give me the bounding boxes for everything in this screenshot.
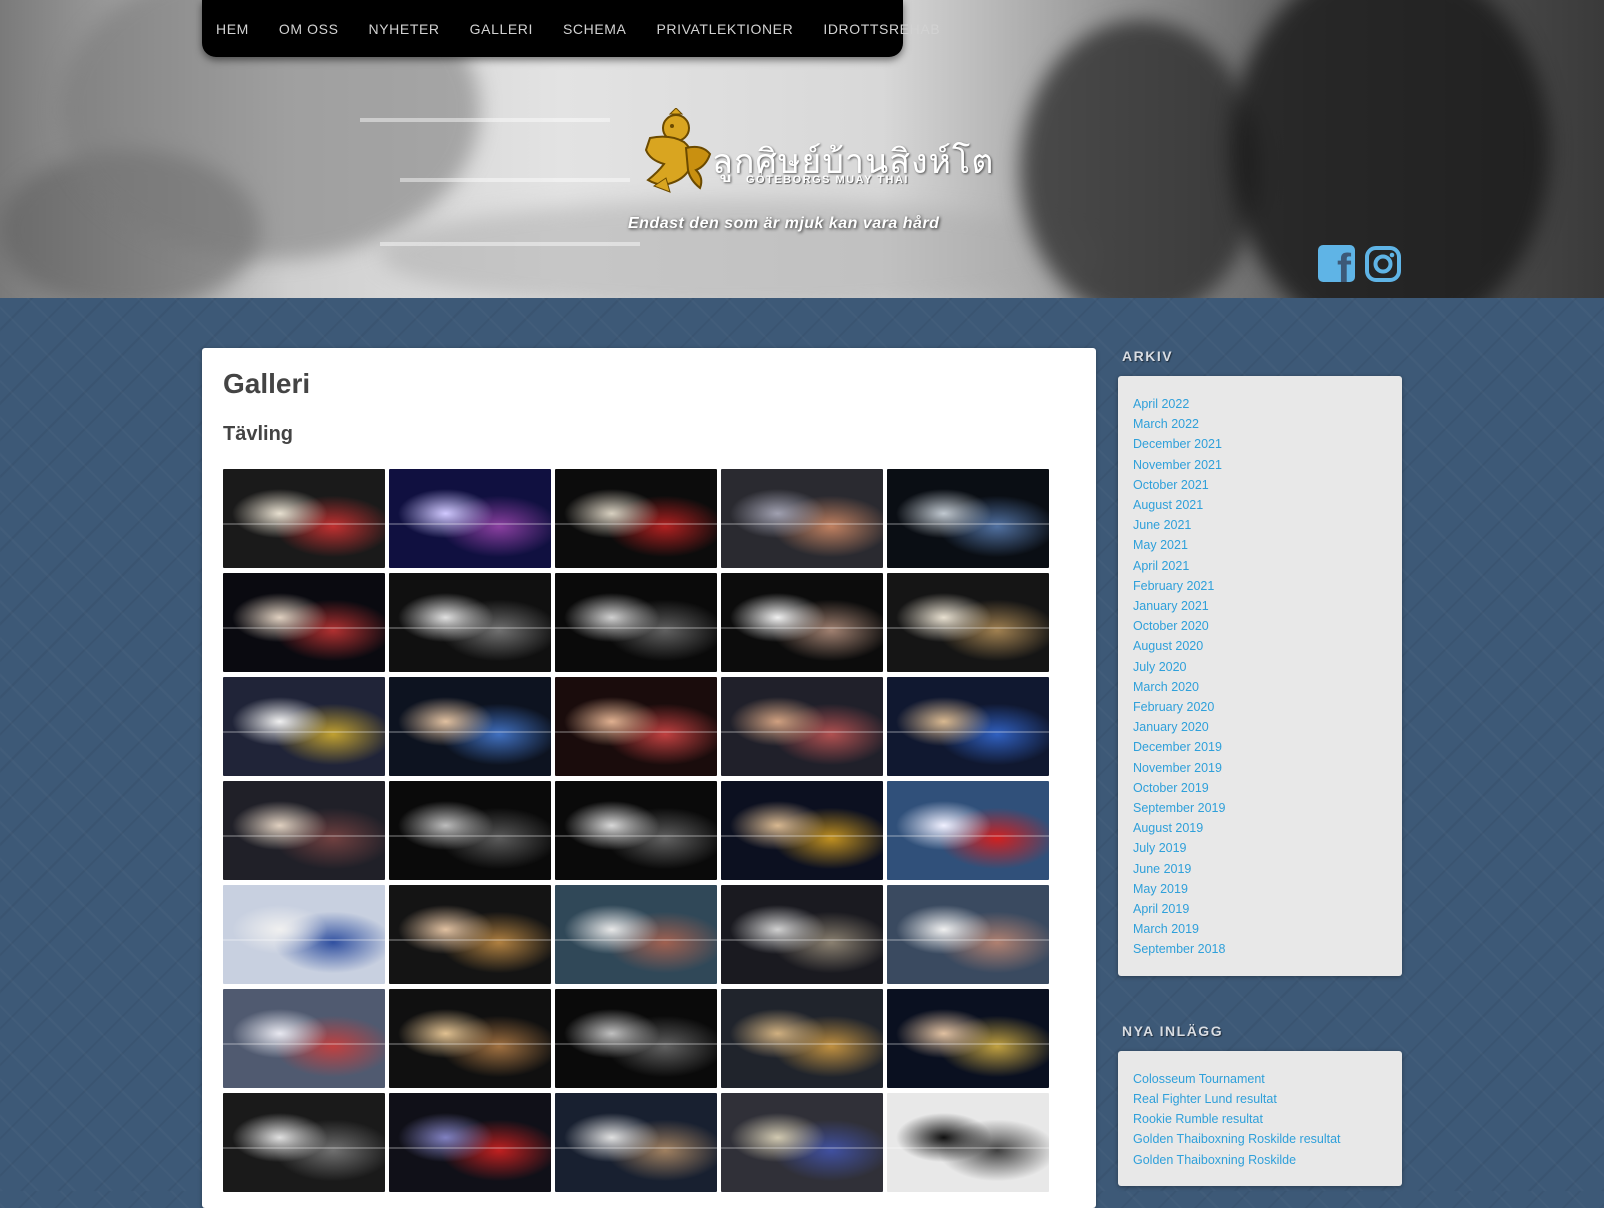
- archive-link[interactable]: August 2021: [1133, 495, 1387, 515]
- archive-link[interactable]: September 2019: [1133, 798, 1387, 818]
- section-title: Tävling: [223, 423, 294, 445]
- archive-link[interactable]: April 2019: [1133, 899, 1387, 919]
- sidebar: ARKIV April 2022 March 2022 December 2021 N…: [1118, 348, 1402, 1186]
- gallery-thumbnail[interactable]: [721, 573, 883, 672]
- archive-link[interactable]: June 2019: [1133, 859, 1387, 879]
- archive-link[interactable]: November 2019: [1133, 758, 1387, 778]
- gallery-thumbnail[interactable]: [223, 885, 385, 984]
- gallery-thumbnail[interactable]: [555, 677, 717, 776]
- gallery-thumbnail[interactable]: [223, 989, 385, 1088]
- gallery-thumbnail[interactable]: [555, 573, 717, 672]
- logo-subtitle: GÖTEBORGS MUAY THAI: [746, 174, 909, 186]
- archive-link[interactable]: February 2020: [1133, 697, 1387, 717]
- archive-link[interactable]: December 2021: [1133, 434, 1387, 454]
- gallery-thumbnail[interactable]: [721, 1093, 883, 1192]
- nav-item-nyheter[interactable]: NYHETER: [369, 21, 440, 37]
- gallery-thumbnail[interactable]: [721, 469, 883, 568]
- gallery-thumbnail[interactable]: [223, 677, 385, 776]
- archive-link[interactable]: January 2021: [1133, 596, 1387, 616]
- gallery-thumbnail[interactable]: [223, 1093, 385, 1192]
- gallery-thumbnail[interactable]: [555, 469, 717, 568]
- archive-link[interactable]: May 2021: [1133, 535, 1387, 555]
- gallery-thumbnail[interactable]: [887, 989, 1049, 1088]
- gallery-thumbnail[interactable]: [223, 573, 385, 672]
- archive-link[interactable]: May 2019: [1133, 879, 1387, 899]
- gallery-thumbnail[interactable]: [887, 469, 1049, 568]
- archive-link[interactable]: October 2021: [1133, 475, 1387, 495]
- gallery-thumbnail[interactable]: [887, 781, 1049, 880]
- gallery-thumbnail[interactable]: [389, 1093, 551, 1192]
- nav-item-privatlektioner[interactable]: PRIVATLEKTIONER: [656, 21, 793, 37]
- nav-item-hem[interactable]: HEM: [216, 21, 249, 37]
- tagline: Endast den som är mjuk kan vara hård: [628, 215, 940, 232]
- archive-link[interactable]: August 2020: [1133, 636, 1387, 656]
- archive-link[interactable]: March 2020: [1133, 677, 1387, 697]
- banner-shade: [1020, 20, 1260, 298]
- archive-link[interactable]: October 2019: [1133, 778, 1387, 798]
- archive-link[interactable]: July 2020: [1133, 657, 1387, 677]
- archive-link[interactable]: November 2021: [1133, 455, 1387, 475]
- nav-item-schema[interactable]: SCHEMA: [563, 21, 627, 37]
- archive-widget: April 2022 March 2022 December 2021 Novembe…: [1118, 376, 1402, 976]
- gallery-thumbnail[interactable]: [555, 1093, 717, 1192]
- gallery-thumbnail[interactable]: [887, 677, 1049, 776]
- gallery-thumbnail[interactable]: [555, 781, 717, 880]
- recent-post-link[interactable]: Real Fighter Lund resultat: [1133, 1089, 1387, 1109]
- main-nav: HEM OM OSS NYHETER GALLERI SCHEMA PRIVAT…: [202, 0, 940, 57]
- gallery-thumbnail[interactable]: [389, 677, 551, 776]
- recent-post-link[interactable]: Colosseum Tournament: [1133, 1069, 1387, 1089]
- archive-link[interactable]: August 2019: [1133, 818, 1387, 838]
- archive-link[interactable]: December 2019: [1133, 737, 1387, 757]
- archive-link[interactable]: June 2021: [1133, 515, 1387, 535]
- header-banner: HEM OM OSS NYHETER GALLERI SCHEMA PRIVAT…: [0, 0, 1604, 298]
- gallery-thumbnail[interactable]: [721, 885, 883, 984]
- archive-link[interactable]: March 2019: [1133, 919, 1387, 939]
- archive-link[interactable]: April 2021: [1133, 556, 1387, 576]
- gallery-thumbnail[interactable]: [721, 781, 883, 880]
- facebook-icon[interactable]: f: [1318, 245, 1355, 282]
- lion-emblem-icon: [644, 108, 712, 193]
- recent-post-link[interactable]: Golden Thaiboxning Roskilde: [1133, 1150, 1387, 1170]
- archive-link[interactable]: March 2022: [1133, 414, 1387, 434]
- gallery-thumbnail[interactable]: [887, 885, 1049, 984]
- archive-link[interactable]: April 2022: [1133, 394, 1387, 414]
- archive-link[interactable]: February 2021: [1133, 576, 1387, 596]
- gallery-thumbnail[interactable]: [389, 573, 551, 672]
- gallery-thumbnail[interactable]: [555, 989, 717, 1088]
- instagram-icon[interactable]: [1364, 245, 1402, 283]
- gallery-thumbnail[interactable]: [223, 781, 385, 880]
- ring-rope: [360, 118, 610, 122]
- archive-link[interactable]: October 2020: [1133, 616, 1387, 636]
- gallery-thumbnail[interactable]: [389, 885, 551, 984]
- gallery-thumbnail[interactable]: [389, 781, 551, 880]
- gallery-thumbnail[interactable]: [887, 573, 1049, 672]
- nav-item-galleri[interactable]: GALLERI: [470, 21, 533, 37]
- photo-gallery: [223, 469, 1053, 1192]
- gallery-thumbnail[interactable]: [555, 885, 717, 984]
- gallery-thumbnail[interactable]: [389, 469, 551, 568]
- gallery-thumbnail[interactable]: [389, 989, 551, 1088]
- recent-posts-widget: Colosseum Tournament Real Fighter Lund re…: [1118, 1050, 1402, 1186]
- main-content: Galleri Tävling: [202, 348, 1096, 1208]
- archive-link[interactable]: January 2020: [1133, 717, 1387, 737]
- page-title: Galleri: [223, 368, 311, 399]
- gallery-thumbnail[interactable]: [887, 1093, 1049, 1192]
- archive-link[interactable]: July 2019: [1133, 838, 1387, 858]
- site-logo[interactable]: ลูกศิษย์บ้านสิงห์โต GÖTEBORGS MUAY THAI: [640, 108, 993, 198]
- gallery-thumbnail[interactable]: [223, 469, 385, 568]
- recent-post-link[interactable]: Rookie Rumble resultat: [1133, 1109, 1387, 1129]
- gallery-thumbnail[interactable]: [721, 989, 883, 1088]
- gallery-thumbnail[interactable]: [721, 677, 883, 776]
- archive-title: ARKIV: [1122, 348, 1174, 364]
- recent-post-link[interactable]: Golden Thaiboxning Roskilde resultat: [1133, 1129, 1387, 1149]
- nav-item-idrottsrehab[interactable]: IDROTTSREHAB: [823, 21, 940, 37]
- archive-link[interactable]: September 2018: [1133, 939, 1387, 959]
- ring-rope: [380, 242, 640, 246]
- ring-rope: [400, 178, 630, 182]
- nav-item-om-oss[interactable]: OM OSS: [279, 21, 339, 37]
- recent-posts-title: NYA INLÄGG: [1122, 1022, 1224, 1039]
